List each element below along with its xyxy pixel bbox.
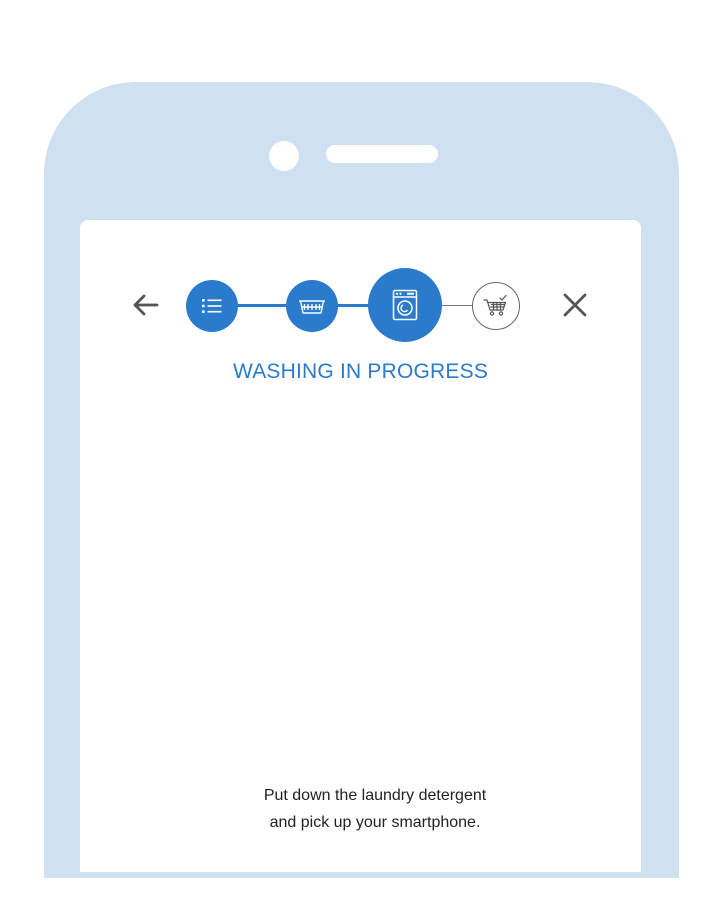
laundry-basket-icon (299, 300, 325, 314)
progress-stepper (80, 220, 641, 360)
list-icon (202, 299, 222, 313)
step-basket[interactable] (286, 280, 338, 332)
instruction-line-1: Put down the laundry detergent (263, 787, 487, 804)
instruction-line-2: and pick up your smartphone. (269, 814, 481, 831)
stepper-connector-3 (440, 304, 475, 306)
earpiece-speaker (326, 145, 438, 163)
step-title: WASHING IN PROGRESS (232, 360, 489, 383)
phone-screen: WASHING IN PROGRESS Put down the laundry… (80, 220, 641, 872)
cart-check-icon (483, 294, 507, 316)
washing-machine-icon (392, 289, 418, 321)
front-camera (269, 141, 299, 171)
stage: WASHING IN PROGRESS Put down the laundry… (0, 0, 726, 898)
step-washing-machine[interactable] (368, 268, 442, 342)
stepper-connector-1 (235, 304, 287, 307)
instruction-text: Put down the laundry detergent and pick … (80, 782, 670, 836)
phone-frame: WASHING IN PROGRESS Put down the laundry… (44, 82, 679, 878)
step-list[interactable] (186, 280, 238, 332)
step-cart-complete[interactable] (472, 282, 520, 330)
stepper-connector-2 (335, 304, 370, 307)
